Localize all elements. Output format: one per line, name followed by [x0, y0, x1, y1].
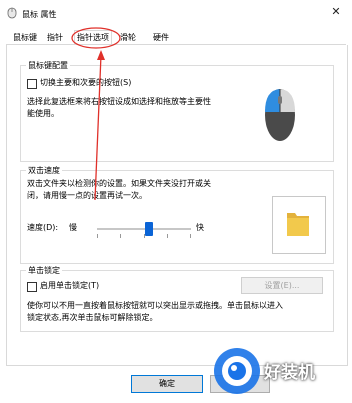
folder-icon[interactable] — [285, 208, 311, 238]
switch-buttons-checkbox[interactable] — [27, 79, 37, 89]
fast-label: 快 — [196, 223, 204, 232]
switch-buttons-label[interactable]: 切换主要和次要的按钮(S) — [40, 77, 131, 89]
button-config-description-2: 能使用。 — [27, 109, 59, 118]
slider-tick — [97, 234, 98, 238]
watermark-text: 好装机 — [264, 363, 315, 383]
click-lock-checkbox[interactable] — [27, 282, 37, 292]
ok-button[interactable]: 确定 — [131, 375, 203, 393]
speed-label: 速度(D): — [27, 223, 59, 232]
click-lock-description-2: 锁定状态,再次单击鼠标可解除锁定。 — [27, 313, 158, 322]
close-icon[interactable]: ✕ — [330, 6, 342, 18]
tab-hardware[interactable]: 硬件 — [151, 31, 171, 44]
watermark-logo — [214, 348, 260, 394]
window-title: 鼠标 属性 — [22, 10, 57, 19]
double-click-description-2: 闭，请用慢一点的设置再试一次。 — [27, 191, 147, 200]
double-click-description-1: 双击文件夹以检测你的设置。如果文件夹没打开或关 — [27, 179, 211, 188]
tab-buttons[interactable]: 鼠标键 — [11, 31, 39, 44]
double-click-heading: 双击速度 — [26, 165, 62, 176]
slider-tick — [120, 234, 121, 238]
mouse-illustration — [265, 89, 295, 141]
click-lock-settings-button[interactable]: 设置(E)... — [241, 277, 323, 294]
button-config-description-1: 选择此复选框来将右按钮设成如选择和拖放等主要性 — [27, 97, 211, 106]
slider-tick — [190, 234, 191, 238]
button-config-heading: 鼠标键配置 — [26, 60, 70, 71]
speed-slider-thumb[interactable] — [144, 222, 153, 236]
tab-wheel[interactable]: 滑轮 — [118, 31, 138, 44]
tab-pointers[interactable]: 指针 — [45, 31, 65, 44]
slow-label: 慢 — [69, 223, 77, 232]
mouse-app-icon — [7, 7, 17, 19]
click-lock-description-1: 使你可以不用一直按着鼠标按钮就可以突出显示或拖拽。单击鼠标以进入 — [27, 301, 283, 310]
slider-tick — [167, 234, 168, 238]
click-lock-label[interactable]: 启用单击锁定(T) — [40, 280, 99, 292]
click-lock-heading: 单击锁定 — [26, 265, 62, 276]
